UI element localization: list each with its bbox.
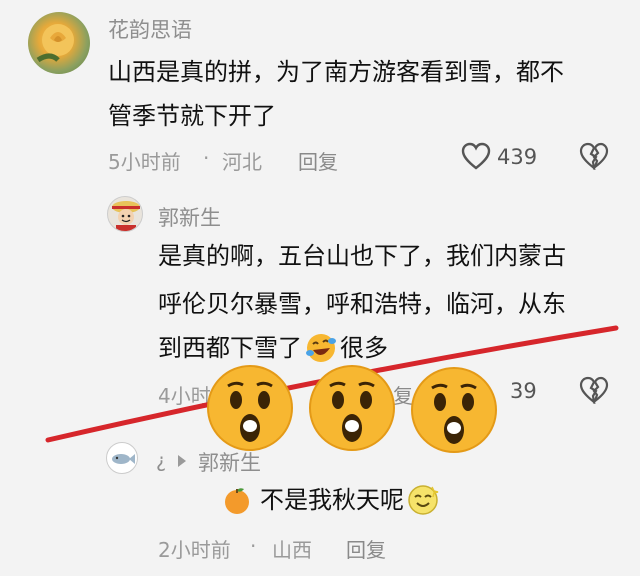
meta-separator: · <box>203 146 210 170</box>
reply-text-line: 呼伦贝尔暴雪，呼和浩特，临河，从东 <box>158 290 566 318</box>
avatar-huayunsiyu[interactable] <box>28 12 90 74</box>
broken-heart-icon[interactable] <box>579 142 609 170</box>
orange-emoji-icon <box>222 485 252 515</box>
meta-separator: · <box>250 534 257 558</box>
avatar-fish[interactable] <box>106 442 138 474</box>
fish-image <box>112 454 135 464</box>
surprised-emoji-icon <box>410 366 498 454</box>
reply-time: 4小时 <box>158 384 211 408</box>
surprised-emoji-icon <box>206 364 294 452</box>
comment-location: 河北 <box>222 150 262 174</box>
reply-username-prefix: ¿ <box>156 450 167 472</box>
reply-button[interactable]: 回复 <box>346 534 386 563</box>
comment-username[interactable]: 花韵思语 <box>108 14 192 44</box>
reply-text-segment: 不是我秋天呢 <box>260 486 404 514</box>
reply-username[interactable]: 郭新生 <box>198 447 261 477</box>
rose-image <box>36 24 74 63</box>
reply-button[interactable]: 回复 <box>298 146 338 175</box>
play-arrow-icon <box>176 453 188 469</box>
reply-text-line: 不是我秋天呢 <box>222 478 440 522</box>
comment-time: 5小时前 <box>108 150 181 174</box>
surprised-emoji-icon <box>308 364 396 452</box>
reply-location: 山西 <box>272 538 312 562</box>
reply-username[interactable]: 郭新生 <box>158 202 221 232</box>
laughing-emoji-icon <box>304 331 338 365</box>
like-count: 39 <box>510 379 537 403</box>
broken-heart-icon[interactable] <box>579 376 609 404</box>
avatar-guoxinsheng[interactable] <box>107 196 143 232</box>
like-count: 439 <box>497 145 538 169</box>
reply-text-line: 是真的啊，五台山也下了，我们内蒙古 <box>158 242 566 270</box>
heart-icon[interactable] <box>461 142 491 170</box>
smiling-emoji-icon <box>406 483 440 517</box>
comment-text-line: 山西是真的拼，为了南方游客看到雪，都不 <box>108 58 564 86</box>
reply-time: 2小时前 <box>158 538 231 562</box>
comment-text-line: 管季节就下开了 <box>108 102 276 130</box>
cartoon-avatar-image <box>112 201 140 231</box>
